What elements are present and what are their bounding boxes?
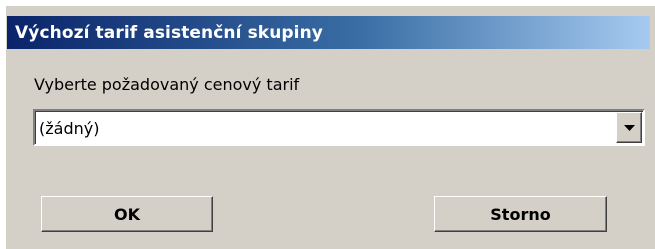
ok-button[interactable]: OK: [41, 196, 213, 232]
chevron-down-icon: [624, 125, 635, 131]
tariff-select-value: (žádný): [39, 119, 100, 138]
cancel-button[interactable]: Storno: [434, 196, 607, 232]
tariff-field-label: Vyberte požadovaný cenový tarif: [34, 75, 300, 94]
tariff-select[interactable]: (žádný): [33, 109, 645, 146]
dialog-title: Výchozí tarif asistenční skupiny: [15, 23, 323, 43]
dialog-window: Výchozí tarif asistenční skupiny Vyberte…: [5, 5, 655, 249]
dropdown-button[interactable]: [616, 112, 642, 143]
title-bar[interactable]: Výchozí tarif asistenční skupiny: [7, 16, 650, 49]
